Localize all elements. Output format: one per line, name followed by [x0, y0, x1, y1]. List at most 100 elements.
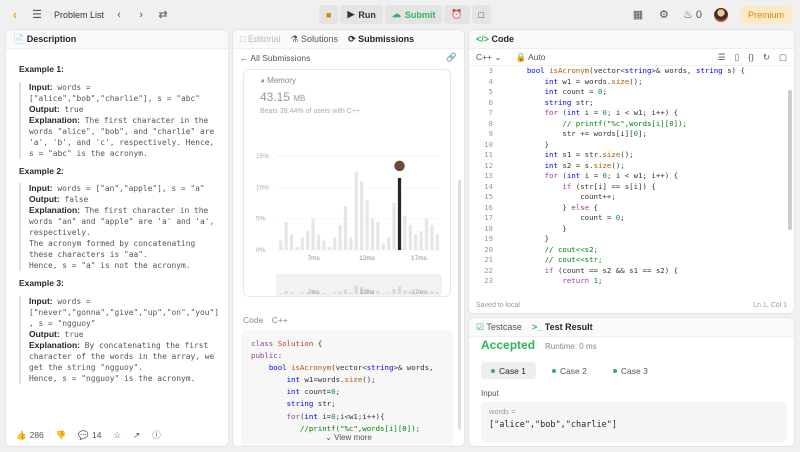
chart-bar[interactable]: [349, 237, 353, 250]
tab-test-result[interactable]: >_ Test Result: [532, 322, 593, 332]
chart-bar[interactable]: [306, 231, 310, 250]
reset-icon[interactable]: ↻: [763, 52, 770, 63]
submit-button[interactable]: ☁ Submit: [384, 5, 443, 24]
chart-bar[interactable]: [300, 237, 304, 250]
tab-testcase[interactable]: ☑ Testcase: [476, 322, 522, 333]
case-3-tab[interactable]: Case 3: [603, 362, 658, 379]
code-line[interactable]: for (int i = 0; i < w1; i++) {: [509, 171, 679, 182]
fullscreen-icon[interactable]: ▢: [779, 52, 787, 63]
chart-bar[interactable]: [289, 234, 294, 250]
tab-editorial[interactable]: □ Editorial: [240, 34, 280, 44]
chart-bar[interactable]: [354, 171, 358, 250]
link-icon[interactable]: 🔗: [446, 52, 457, 63]
code-line[interactable]: } else {: [509, 203, 598, 214]
leetcode-logo-icon[interactable]: ‹: [8, 7, 22, 22]
chart-bar[interactable]: [435, 234, 439, 250]
code-line[interactable]: }: [509, 140, 549, 151]
chart-bar[interactable]: [387, 237, 391, 250]
chart-bar[interactable]: [424, 218, 429, 250]
streak-fire-icon[interactable]: ♨ 0: [683, 8, 702, 22]
tab-solutions[interactable]: ⚗ Solutions: [290, 34, 338, 45]
chart-bar[interactable]: [333, 237, 337, 250]
code-line[interactable]: str += words[i][0];: [509, 129, 647, 140]
all-submissions-link[interactable]: ← All Submissions: [240, 53, 310, 63]
code-line[interactable]: // cout<<str;: [509, 255, 603, 266]
next-problem-icon[interactable]: ›: [134, 8, 148, 22]
prev-problem-icon[interactable]: ‹: [112, 8, 126, 22]
memory-distribution-chart[interactable]: 15% 10% 5% 0% 7ms 12ms 17ms 7ms 12ms 17ms: [244, 116, 450, 296]
layout-grid-icon[interactable]: ▦: [631, 8, 645, 22]
settings-gear-icon[interactable]: ⚙: [657, 8, 671, 22]
chart-bar-highlight[interactable]: [397, 177, 402, 250]
code-line[interactable]: int count = 0;: [509, 87, 607, 98]
timer-button[interactable]: ⏰: [444, 5, 470, 24]
chart-bar[interactable]: [343, 206, 348, 250]
code-line[interactable]: return 1;: [509, 276, 602, 287]
chart-bar[interactable]: [316, 234, 321, 250]
code-editor[interactable]: 3 bool isAcronym(vector<string>& words, …: [469, 66, 794, 311]
example-line-text: respectively.: [29, 228, 91, 237]
chart-bar[interactable]: [327, 246, 331, 250]
chart-bar[interactable]: [392, 203, 396, 250]
chart-bar[interactable]: [376, 221, 380, 250]
code-line[interactable]: string str;: [509, 98, 594, 109]
code-line[interactable]: // cout<<s2;: [509, 245, 598, 256]
tab-description[interactable]: 📄 Description: [13, 34, 76, 45]
chart-bar[interactable]: [381, 243, 385, 250]
chart-bar[interactable]: [403, 215, 407, 250]
like-button[interactable]: 👍 286: [16, 430, 44, 441]
code-line[interactable]: bool isAcronym(vector<string>& words, st…: [509, 66, 745, 77]
submissions-scrollbar[interactable]: [458, 180, 461, 430]
chart-bar[interactable]: [408, 224, 412, 250]
code-line[interactable]: if (count == s2 && s1 == s2) {: [509, 266, 679, 277]
chart-bar[interactable]: [338, 224, 342, 250]
view-more-button[interactable]: ⌄ View more: [233, 433, 464, 442]
chart-bar[interactable]: [365, 199, 369, 250]
tab-submissions[interactable]: ⟳ Submissions: [348, 34, 414, 45]
chart-bar[interactable]: [311, 218, 315, 250]
editor-scrollbar[interactable]: [788, 90, 792, 230]
case-2-tab[interactable]: Case 2: [542, 362, 597, 379]
chart-bar[interactable]: [430, 224, 434, 250]
code-line[interactable]: count = 0;: [509, 213, 625, 224]
share-icon[interactable]: ↗: [133, 430, 140, 441]
chart-bar[interactable]: [322, 240, 326, 250]
chart-bar[interactable]: [284, 221, 288, 250]
dislike-icon[interactable]: 👎: [56, 430, 67, 441]
chart-bar[interactable]: [370, 218, 375, 250]
help-icon[interactable]: ⓘ: [152, 429, 161, 441]
case-1-tab[interactable]: Case 1: [481, 362, 536, 379]
problem-list-link[interactable]: Problem List: [54, 10, 104, 20]
chart-bar[interactable]: [414, 234, 418, 250]
run-button[interactable]: ▶ Run: [340, 5, 383, 24]
comment-button[interactable]: 💬 14: [78, 430, 101, 441]
code-line[interactable]: count++;: [509, 192, 616, 203]
notes-icon[interactable]: ☰: [718, 52, 726, 63]
code-line[interactable]: for (int i = 0; i < w1; i++) {: [509, 108, 679, 119]
code-line[interactable]: int s2 = s.size();: [509, 161, 625, 172]
code-line[interactable]: // printf("%c",words[i][0]);: [509, 119, 687, 130]
code-line[interactable]: }: [509, 234, 549, 245]
code-line[interactable]: int s1 = str.size();: [509, 150, 634, 161]
star-icon[interactable]: ☆: [113, 430, 121, 441]
line-number: 9: [488, 129, 493, 138]
braces-icon[interactable]: {}: [748, 52, 754, 63]
code-line[interactable]: int w1 = words.size();: [509, 77, 643, 88]
tab-code[interactable]: </> Code: [476, 34, 514, 44]
code-line[interactable]: }: [509, 224, 566, 235]
debug-button[interactable]: ■: [319, 5, 339, 24]
notes-button[interactable]: □: [471, 5, 492, 24]
language-select[interactable]: C++ ⌄: [476, 52, 502, 63]
bookmark-icon[interactable]: ▯: [734, 52, 739, 63]
chart-bar[interactable]: [419, 231, 423, 250]
code-line[interactable]: if (str[i] == s[i]) {: [509, 182, 655, 193]
chart-bar[interactable]: [279, 240, 283, 250]
premium-button[interactable]: Premium: [739, 5, 792, 24]
example-line-text: s = "abc" is the acronym.: [29, 148, 148, 158]
shuffle-icon[interactable]: ⇄: [156, 8, 170, 22]
avatar[interactable]: [713, 7, 728, 22]
problem-list-icon[interactable]: ☰: [30, 8, 44, 22]
chart-bar[interactable]: [295, 246, 299, 250]
chart-bar[interactable]: [360, 181, 364, 250]
auto-mode[interactable]: 🔒 Auto: [516, 52, 546, 63]
